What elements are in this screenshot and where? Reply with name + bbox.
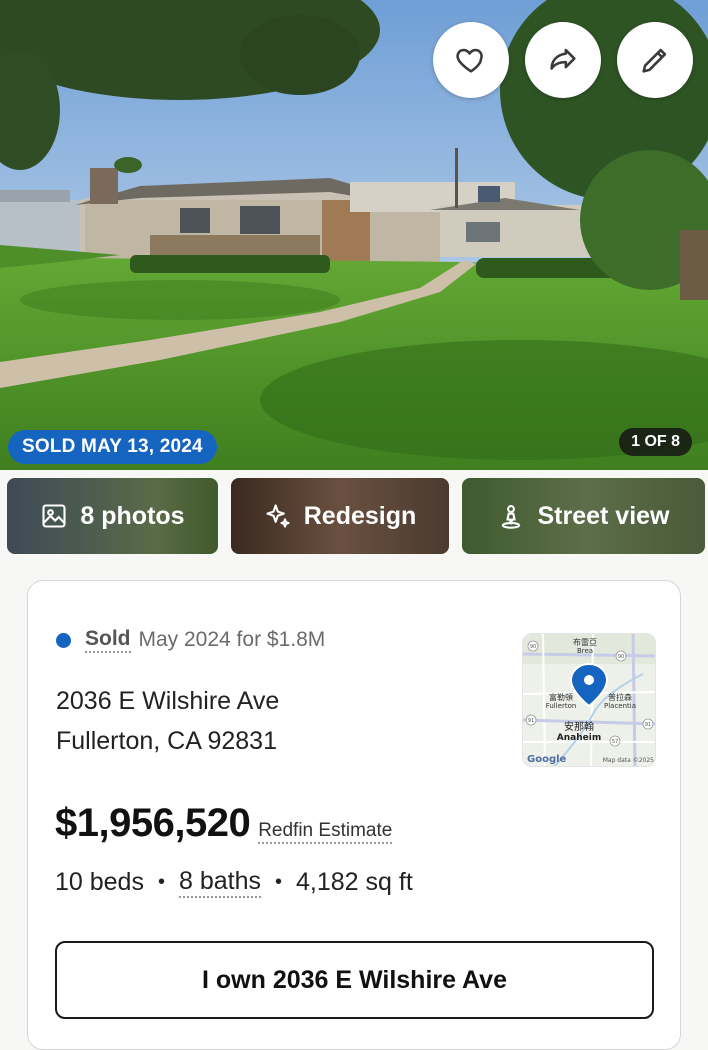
fact-separator: • bbox=[157, 871, 165, 893]
estimate-price: $1,956,520 bbox=[55, 801, 251, 845]
beds-count: 10 beds bbox=[55, 868, 144, 896]
map-label: Brea bbox=[577, 647, 593, 655]
address-street: 2036 E Wilshire Ave bbox=[56, 687, 280, 715]
map-route-label: 90 bbox=[530, 644, 536, 650]
map-attribution: Map data ©2025 bbox=[603, 757, 654, 764]
fact-separator: • bbox=[275, 871, 283, 893]
sparkle-icon bbox=[264, 502, 292, 530]
map-label: 普拉森 bbox=[608, 692, 632, 702]
heart-icon bbox=[454, 43, 488, 77]
status-detail: May 2024 for $1.8M bbox=[138, 628, 326, 651]
redesign-label: Redesign bbox=[303, 501, 417, 530]
i-own-home-button[interactable]: I own 2036 E Wilshire Ave bbox=[55, 941, 654, 1019]
image-icon bbox=[40, 502, 68, 530]
house-photo bbox=[0, 0, 708, 470]
status-dot-icon bbox=[56, 632, 71, 648]
sqft-value: 4,182 sq ft bbox=[296, 868, 413, 896]
map-label: 布雷亞 bbox=[573, 637, 597, 647]
map-route-label: 91 bbox=[645, 722, 651, 728]
baths-count[interactable]: 8 baths bbox=[178, 867, 261, 898]
photos-button[interactable]: 8 photos bbox=[7, 478, 218, 554]
google-logo: Google bbox=[527, 754, 567, 765]
sale-status: Sold May 2024 for $1.8M bbox=[56, 627, 325, 653]
map-label: Fullerton bbox=[546, 702, 577, 710]
map-label: 安那翰 bbox=[564, 720, 594, 733]
redesign-button[interactable]: Redesign bbox=[231, 478, 449, 554]
listing-summary-card: Sold May 2024 for $1.8M 2036 E Wilshire … bbox=[27, 580, 681, 1050]
photo-counter: 1 OF 8 bbox=[619, 428, 692, 456]
hero-photo[interactable]: SOLD MAY 13, 2024 1 OF 8 bbox=[0, 0, 708, 470]
map-label: Anaheim bbox=[557, 733, 601, 743]
status-word[interactable]: Sold bbox=[85, 627, 131, 653]
map-thumbnail[interactable]: 90 90 91 57 91 布雷亞 Brea 富勒頓 Fullerton 普拉… bbox=[522, 633, 656, 767]
street-view-button[interactable]: Street view bbox=[462, 478, 705, 554]
map-route-label: 91 bbox=[528, 718, 534, 724]
map-label: 富勒頓 bbox=[549, 692, 573, 702]
map-route-label: 90 bbox=[618, 654, 624, 660]
edit-button[interactable] bbox=[617, 22, 693, 98]
street-view-label: Street view bbox=[537, 501, 670, 530]
share-button[interactable] bbox=[525, 22, 601, 98]
media-buttons: 8 photos Redesign Street view bbox=[0, 478, 708, 554]
share-arrow-icon bbox=[546, 43, 580, 77]
favorite-button[interactable] bbox=[433, 22, 509, 98]
home-facts: 10 beds • 8 baths • 4,182 sq ft bbox=[55, 867, 413, 898]
photos-label: 8 photos bbox=[80, 501, 185, 530]
map-route-label: 57 bbox=[612, 739, 618, 745]
address-city: Fullerton, CA 92831 bbox=[56, 727, 277, 755]
estimate-label[interactable]: Redfin Estimate bbox=[258, 820, 393, 844]
pencil-icon bbox=[638, 43, 672, 77]
sold-date-badge: SOLD MAY 13, 2024 bbox=[8, 430, 217, 464]
price-row: $1,956,520 Redfin Estimate bbox=[55, 801, 393, 846]
map-label: Placentia bbox=[604, 702, 636, 710]
street-view-pin-icon bbox=[497, 502, 525, 530]
